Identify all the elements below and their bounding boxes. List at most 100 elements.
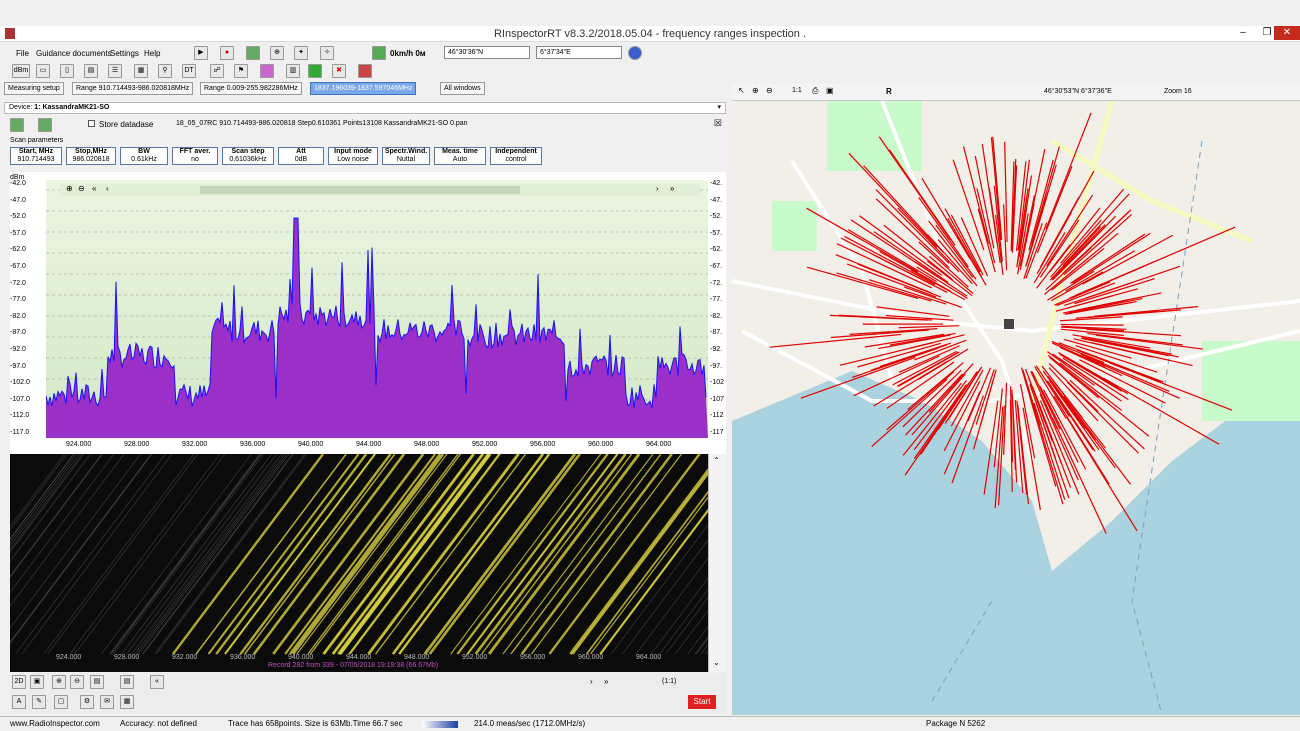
tab-range-1837[interactable]: 1837.196039-1837.597046MHz — [310, 82, 417, 95]
map-view[interactable] — [732, 101, 1300, 715]
scan-param[interactable]: Independent control — [490, 147, 542, 165]
device-label: Device: — [9, 104, 33, 111]
analyzer2-icon[interactable] — [38, 118, 52, 132]
forward-icon[interactable]: » — [604, 677, 608, 686]
tab-range-0009[interactable]: Range 0.009-255.982286MHz — [200, 82, 302, 95]
save-icon[interactable]: ▣ — [826, 86, 834, 95]
scan-param[interactable]: Start, MHz 910.714493 — [10, 147, 62, 165]
spectrum-scrollbar[interactable]: ⊕ ⊖ « ‹ › » — [60, 184, 700, 196]
waterfall-panel[interactable]: 924.000 928.000 932.000 936.000 940.000 944.0… — [10, 454, 708, 672]
record-icon[interactable]: ● — [220, 46, 234, 60]
scan-param[interactable]: Scan step 0.61036kHz — [222, 147, 274, 165]
alert-icon[interactable] — [358, 64, 372, 78]
y-tick-right: -52. — [710, 213, 723, 221]
scroll-down-icon[interactable]: ⌄ — [713, 658, 720, 667]
scroll-thumb[interactable] — [200, 186, 520, 194]
export-icon[interactable] — [308, 64, 322, 78]
tower-icon[interactable]: ⚲ — [158, 64, 172, 78]
pen-icon[interactable]: ✎ — [32, 695, 46, 709]
print-icon[interactable]: ⎙ — [812, 86, 818, 96]
play-icon[interactable]: ▶ — [194, 46, 208, 60]
next-icon[interactable]: › — [590, 677, 593, 686]
x-tick: 928.000 — [124, 441, 150, 448]
rate-indicator — [422, 721, 458, 728]
filter-icon[interactable]: ▦ — [134, 64, 148, 78]
menu-help[interactable]: Help — [144, 49, 160, 58]
zoom-out-icon[interactable]: ⊖ — [70, 675, 84, 689]
scan-param[interactable]: Stop,MHz 986.020818 — [66, 147, 116, 165]
latitude-field[interactable]: 46°30'36"N — [444, 46, 530, 59]
pointer-icon[interactable]: ↖ — [738, 86, 745, 95]
layers-icon[interactable]: ▤ — [90, 675, 104, 689]
gps-icon[interactable] — [372, 46, 386, 60]
bars-icon[interactable]: ▥ — [286, 64, 300, 78]
scan-heading: Scan parameters — [10, 137, 64, 144]
grid-icon[interactable] — [246, 46, 260, 60]
device-selector[interactable]: Device: 1: KassandraMK21-SO ▾ — [4, 102, 726, 114]
close-icon[interactable]: ☒ — [714, 118, 722, 129]
zoom-in-icon[interactable]: ⊕ — [752, 86, 759, 95]
scan-param-name: Att — [296, 148, 306, 155]
scan-param[interactable]: FFT aver. no — [172, 147, 218, 165]
menu-file[interactable]: File — [16, 49, 29, 58]
dt-icon[interactable]: DT — [182, 64, 196, 78]
globe-icon[interactable] — [628, 46, 642, 60]
menu-guidance[interactable]: Guidance documents — [36, 49, 112, 58]
delete-icon[interactable]: ✖ — [332, 64, 346, 78]
zoom-in-icon[interactable]: ⊕ — [66, 184, 73, 193]
chevron-down-icon[interactable]: ▾ — [717, 103, 721, 113]
tab-range-910[interactable]: Range 910.714493-986.020818MHz — [72, 82, 194, 95]
scroll-up-icon[interactable]: ⌃ — [713, 456, 720, 465]
y-tick: -107.0 — [10, 395, 30, 403]
menu-settings[interactable]: Settings — [110, 49, 139, 58]
start-button[interactable]: Start — [688, 695, 716, 709]
split-icon[interactable]: ▯ — [60, 64, 74, 78]
scan-param[interactable]: Att 0dB — [278, 147, 324, 165]
scan-param[interactable]: BW 0.61kHz — [120, 147, 168, 165]
layers2-icon[interactable]: ▤ — [120, 675, 134, 689]
store-checkbox[interactable] — [88, 120, 95, 127]
antenna-icon[interactable]: ⊕ — [270, 46, 284, 60]
tools-icon[interactable]: ⚙ — [80, 695, 94, 709]
satellite-icon[interactable]: ✦ — [294, 46, 308, 60]
zoom-ratio: (1:1) — [662, 678, 677, 685]
mode-2d-button[interactable]: 2D — [12, 675, 26, 689]
scan-param[interactable]: Spectr.Wind. Nuttal — [382, 147, 430, 165]
scale-icon[interactable]: 1:1 — [792, 87, 802, 94]
snapshot-icon[interactable]: ▣ — [30, 675, 44, 689]
receiver-marker[interactable] — [1004, 319, 1014, 329]
spectrum-plot[interactable] — [46, 180, 708, 438]
link-icon[interactable]: ☍ — [210, 64, 224, 78]
list-icon[interactable]: ☰ — [108, 64, 122, 78]
close-button[interactable]: ✕ — [1274, 26, 1300, 40]
note-icon[interactable]: ✉ — [100, 695, 114, 709]
next-icon[interactable]: › — [656, 184, 659, 193]
rewind-icon[interactable]: « — [92, 184, 96, 193]
prev-icon[interactable]: ‹ — [106, 184, 109, 193]
tab-measuring-setup[interactable]: Measuring setup — [4, 82, 64, 95]
tab-all-windows[interactable]: All windows — [440, 82, 485, 95]
y-tick: -82.0 — [10, 312, 26, 320]
dbm-button[interactable]: dBm — [12, 64, 30, 78]
waterfall-scrollbar[interactable]: ⌃ ⌄ — [708, 454, 726, 672]
rewind-icon[interactable]: « — [150, 675, 164, 689]
forward-icon[interactable]: » — [670, 184, 674, 193]
marker-icon[interactable]: A — [12, 695, 26, 709]
table-icon[interactable]: ▦ — [120, 695, 134, 709]
window-icon[interactable]: ▭ — [36, 64, 50, 78]
zoom-out-icon[interactable]: ⊖ — [78, 184, 85, 193]
longitude-field[interactable]: 6°37'34"E — [536, 46, 622, 59]
status-site[interactable]: www.RadioInspector.com — [10, 719, 100, 728]
analyzer-icon[interactable] — [10, 118, 24, 132]
signal-icon[interactable]: ⚑ — [234, 64, 248, 78]
zoom-out-icon[interactable]: ⊖ — [766, 86, 773, 95]
minimize-button[interactable]: – — [1230, 26, 1256, 40]
box-icon[interactable]: ▢ — [54, 695, 68, 709]
r-icon[interactable]: R — [886, 87, 892, 96]
folder-icon[interactable]: ▤ — [84, 64, 98, 78]
wand-icon[interactable]: ✧ — [320, 46, 334, 60]
chart-icon[interactable] — [260, 64, 274, 78]
scan-param[interactable]: Input mode Low noise — [328, 147, 378, 165]
scan-param[interactable]: Meas. time Auto — [434, 147, 486, 165]
zoom-in-icon[interactable]: ⊕ — [52, 675, 66, 689]
